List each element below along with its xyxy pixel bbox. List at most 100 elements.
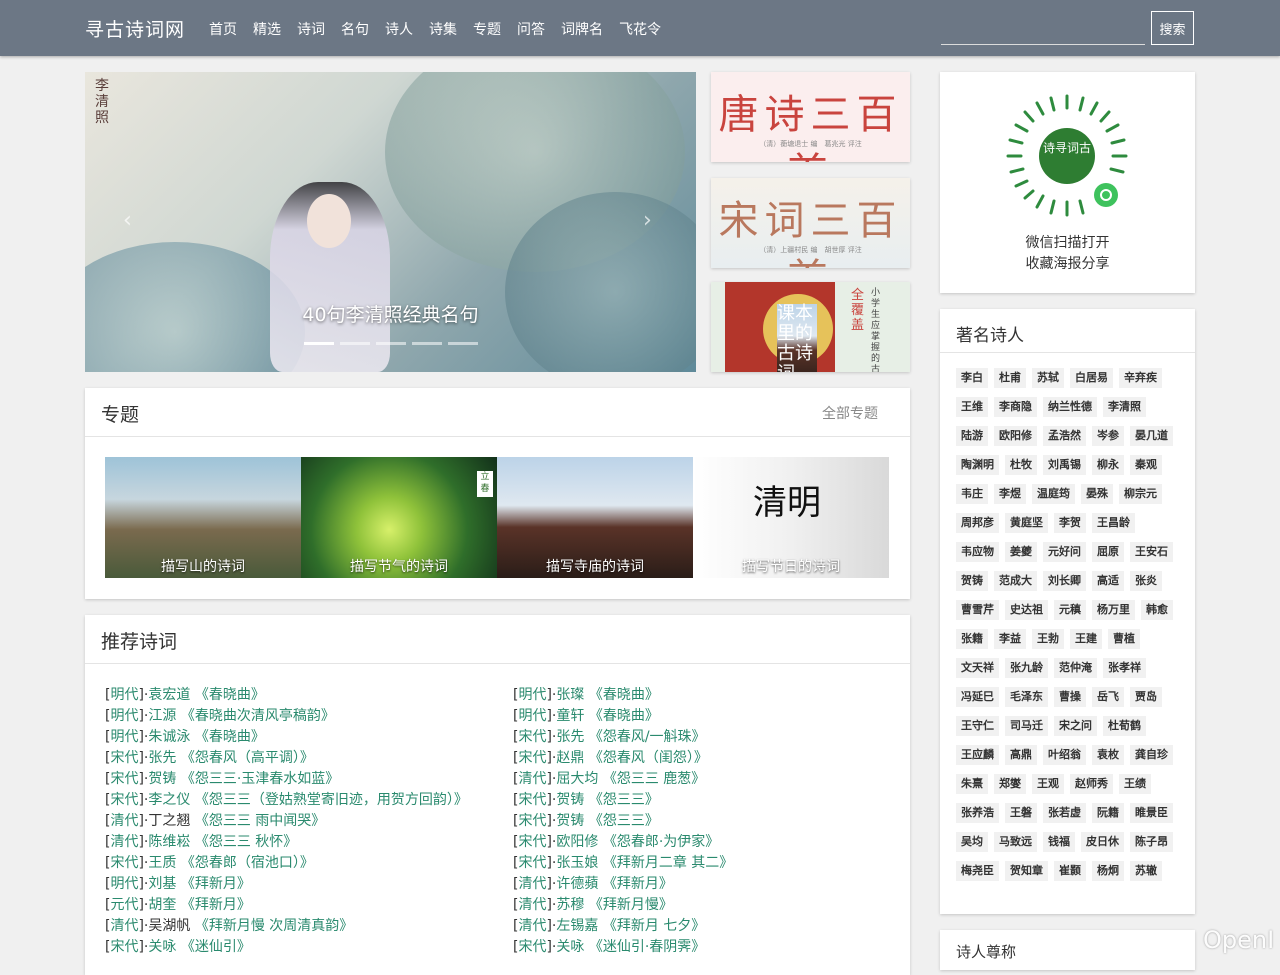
poem-author[interactable]: 贺铸 [148,771,176,787]
poem-author[interactable]: 张先 [148,750,176,766]
poet-tag[interactable]: 张养浩 [956,803,999,823]
poem-title[interactable]: 《春晓曲》 [589,708,659,724]
poet-tag[interactable]: 钱福 [1043,832,1075,852]
poem-dynasty[interactable]: 明代 [518,687,546,703]
poet-tag[interactable]: 柳永 [1092,455,1124,475]
poet-tag[interactable]: 李清照 [1103,397,1146,417]
topic-tile-temple[interactable]: 描写寺庙的诗词 [497,457,693,578]
poet-tag[interactable]: 王勃 [1032,629,1064,649]
poet-tag[interactable]: 刘禹锡 [1043,455,1086,475]
poem-dynasty[interactable]: 明代 [110,708,138,724]
poem-dynasty[interactable]: 宋代 [518,729,546,745]
poem-title[interactable]: 《迷仙引》 [181,939,251,955]
poem-title[interactable]: 《拜新月》 [181,876,251,892]
poet-tag[interactable]: 岑参 [1092,426,1124,446]
poet-tag[interactable]: 苏辙 [1130,861,1162,881]
poet-tag[interactable]: 文天祥 [956,658,999,678]
poet-tag[interactable]: 杨炯 [1092,861,1124,881]
poet-tag[interactable]: 冯延巳 [956,687,999,707]
poem-dynasty[interactable]: 宋代 [110,939,138,955]
poet-tag[interactable]: 元好问 [1043,542,1086,562]
poet-tag[interactable]: 李煜 [994,484,1026,504]
poem-title[interactable]: 《怨春风/一斛珠》 [589,729,706,745]
poem-dynasty[interactable]: 清代 [110,834,138,850]
poet-tag[interactable]: 晏几道 [1130,426,1173,446]
mini-program-qr-icon[interactable]: 诗寻词古 [1005,94,1129,218]
poet-tag[interactable]: 王建 [1070,629,1102,649]
poet-tag[interactable]: 曹操 [1054,687,1086,707]
poet-tag[interactable]: 屈原 [1092,542,1124,562]
poet-tag[interactable]: 高适 [1092,571,1124,591]
poem-author[interactable]: 关咏 [148,939,176,955]
poet-tag[interactable]: 陶渊明 [956,455,999,475]
poet-tag[interactable]: 张籍 [956,629,988,649]
poet-tag[interactable]: 柳宗元 [1119,484,1162,504]
poem-title[interactable]: 《春晓曲》 [195,687,265,703]
nav-qa[interactable]: 问答 [517,19,545,39]
poet-tag[interactable]: 司马迁 [1005,716,1048,736]
poem-dynasty[interactable]: 清代 [518,897,546,913]
carousel-dot[interactable] [304,342,334,345]
carousel-caption[interactable]: 40句李清照经典名句 [85,300,696,327]
poet-tag[interactable]: 杜荀鹤 [1103,716,1146,736]
poet-tag[interactable]: 梅尧臣 [956,861,999,881]
poem-title[interactable]: 《拜新月 七夕》 [603,918,705,934]
poem-author[interactable]: 刘基 [148,876,176,892]
poem-author[interactable]: 陈维崧 [148,834,190,850]
poet-tag[interactable]: 韩愈 [1141,600,1173,620]
poem-dynasty[interactable]: 明代 [110,729,138,745]
poet-tag[interactable]: 王昌龄 [1092,513,1135,533]
poem-dynasty[interactable]: 明代 [110,876,138,892]
banner-textbook-poems[interactable]: 课本里的古诗词 全覆盖 小学生应掌握的古诗词 [711,282,910,372]
poet-tag[interactable]: 王绩 [1119,774,1151,794]
poem-author[interactable]: 屈大均 [556,771,598,787]
poet-tag[interactable]: 周邦彦 [956,513,999,533]
nav-feihualing[interactable]: 飞花令 [619,19,661,39]
poem-author[interactable]: 王质 [148,855,176,871]
carousel-dot[interactable] [340,342,370,345]
nav-quotes[interactable]: 名句 [341,19,369,39]
poem-title[interactable]: 《怨春郎·为伊家》 [603,834,719,850]
carousel-dot[interactable] [376,342,406,345]
poem-author[interactable]: 苏穆 [556,897,584,913]
poem-dynasty[interactable]: 宋代 [518,834,546,850]
poem-author[interactable]: 许德蘋 [556,876,598,892]
poet-tag[interactable]: 张九龄 [1005,658,1048,678]
topic-tile-festival[interactable]: 清明 描写节日的诗词 [693,457,889,578]
poet-tag[interactable]: 韦应物 [956,542,999,562]
poet-tag[interactable]: 秦观 [1130,455,1162,475]
poem-title[interactable]: 《怨春风（高平调）》 [181,750,314,766]
poem-title[interactable]: 《怨三三 鹿葱》 [603,771,705,787]
poet-tag[interactable]: 纳兰性德 [1043,397,1097,417]
poet-tag[interactable]: 王磐 [1005,803,1037,823]
poem-title[interactable]: 《拜新月》 [181,897,251,913]
site-logo[interactable]: 寻古诗词网 [85,15,185,42]
poem-author[interactable]: 关咏 [556,939,584,955]
poem-title[interactable]: 《拜新月二章 其二》 [603,855,733,871]
poet-tag[interactable]: 王守仁 [956,716,999,736]
poet-tag[interactable]: 辛弃疾 [1119,368,1162,388]
nav-featured[interactable]: 精选 [253,19,281,39]
poet-tag[interactable]: 王维 [956,397,988,417]
poem-title[interactable]: 《迷仙引·春阴霁》 [589,939,705,955]
poem-title[interactable]: 《怨春风（闺怨）》 [589,750,708,766]
poem-title[interactable]: 《春晓曲次清风亭稿韵》 [181,708,335,724]
poet-tag[interactable]: 郑燮 [994,774,1026,794]
poet-tag[interactable]: 吴均 [956,832,988,852]
poet-tag[interactable]: 黄庭坚 [1005,513,1048,533]
poet-tag[interactable]: 王应麟 [956,745,999,765]
poet-tag[interactable]: 王观 [1032,774,1064,794]
poet-tag[interactable]: 赵师秀 [1070,774,1113,794]
poet-tag[interactable]: 杨万里 [1092,600,1135,620]
poem-dynasty[interactable]: 明代 [518,708,546,724]
poet-tag[interactable]: 史达祖 [1005,600,1048,620]
poet-tag[interactable]: 张若虚 [1043,803,1086,823]
poet-tag[interactable]: 李贺 [1054,513,1086,533]
poet-tag[interactable]: 马致远 [994,832,1037,852]
poet-tag[interactable]: 韦庄 [956,484,988,504]
poem-dynasty[interactable]: 清代 [110,813,138,829]
poet-tag[interactable]: 岳飞 [1092,687,1124,707]
poet-tag[interactable]: 皮日休 [1081,832,1124,852]
nav-collections[interactable]: 诗集 [429,19,457,39]
poet-tag[interactable]: 姜夔 [1005,542,1037,562]
